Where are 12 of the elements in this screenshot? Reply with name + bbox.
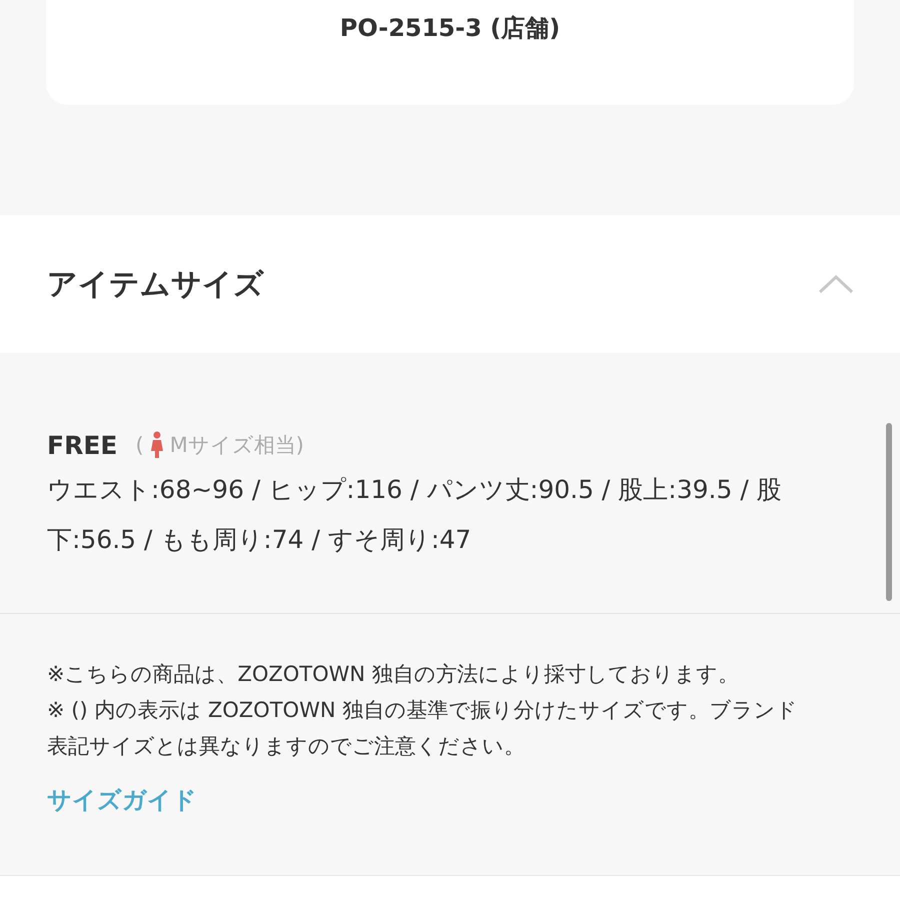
note-text: ※こちらの商品は、ZOZOTOWN 独自の方法により採寸しております。 (47, 661, 740, 688)
section-title: アイテムサイズ (47, 266, 264, 304)
paren-text: ( (135, 433, 144, 457)
size-name: FREE (47, 430, 118, 460)
figure-icon (150, 431, 164, 459)
note-text: ※ () 内の表示は ZOZOTOWN 独自の基準で振り分けたサイズです。ブランド表記サイズとは異なりますのでご注意ください。 (47, 697, 798, 760)
scrollbar[interactable] (886, 423, 892, 601)
chevron-up-icon[interactable] (818, 274, 854, 294)
size-guide-link[interactable]: サイズガイド (47, 784, 197, 816)
store-code: PO-2515-3 (店舗) (340, 13, 560, 44)
measurements-text: ウエスト:68~96 / ヒップ:116 / パンツ丈:90.5 / 股上:39.5 / 股下:56.5 / もも周り:74 / すそ周り:47 (47, 474, 783, 556)
size-equivalent: Mサイズ相当) (170, 432, 304, 459)
